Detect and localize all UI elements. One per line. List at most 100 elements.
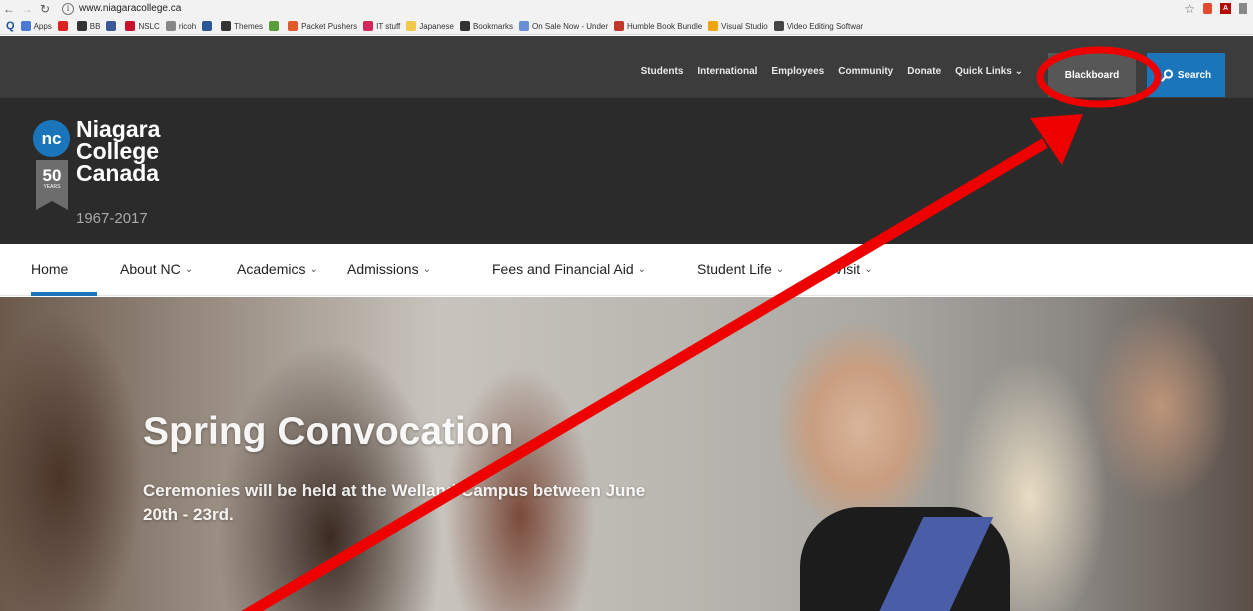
bookmark-item[interactable]: Bookmarks	[459, 21, 513, 31]
logo-line-1: Niagara	[76, 116, 161, 142]
utility-bar: Students International Employees Communi…	[0, 36, 1253, 98]
college-name: Niagara College Canada	[76, 116, 161, 186]
bookmark-item[interactable]: BB	[76, 21, 100, 31]
bookmark-item[interactable]: Themes	[221, 21, 263, 31]
bookmark-star-icon[interactable]: ☆	[1184, 2, 1195, 16]
address-row: ← → ↻ i www.niagaracollege.ca ☆ A	[0, 0, 1253, 17]
bookmark-label: Video Editing Softwar	[786, 21, 864, 31]
hero-title: Spring Convocation	[143, 410, 514, 453]
bookmark-icon	[125, 21, 136, 31]
bookmark-item[interactable]: NSLC	[125, 21, 160, 31]
nav-academics-label: Academics	[237, 261, 306, 277]
menu-icon[interactable]	[1239, 3, 1247, 14]
nc-logo-badge: nc	[33, 120, 70, 157]
bookmark-item[interactable]: Humble Book Bundle	[614, 21, 702, 31]
bookmark-label: On Sale Now - Under	[531, 21, 609, 31]
nav-item-fees[interactable]: Fees and Financial Aid ⌄	[492, 261, 646, 277]
bookmark-label: IT stuff	[376, 21, 401, 31]
logo-band: nc 50 YEARS Niagara College Canada 1967-…	[0, 98, 1253, 244]
chevron-down-icon: ⌄	[309, 263, 318, 275]
forward-icon[interactable]: →	[18, 0, 36, 17]
bookmark-item[interactable]	[106, 21, 119, 31]
anniversary-ribbon: 50 YEARS	[36, 160, 68, 210]
bookmark-icon	[288, 21, 299, 31]
bookmarks-bar: Q Apps BB NSLC ricoh Themes Packet Pushers IT …	[0, 17, 1253, 35]
bookmark-icon	[165, 21, 176, 31]
bookmark-icon	[518, 21, 529, 31]
bookmark-label: ricoh	[178, 21, 197, 31]
bookmark-label: Apps	[33, 21, 52, 31]
bookmark-item[interactable]: Japanese	[406, 21, 454, 31]
link-international[interactable]: International	[697, 66, 757, 77]
nav-item-about[interactable]: About NC ⌄	[120, 261, 193, 277]
nav-item-home[interactable]: Home	[31, 261, 68, 277]
bookmark-item[interactable]: Visual Studio	[708, 21, 768, 31]
years-text: YEARS	[43, 184, 61, 190]
blackboard-button[interactable]: Blackboard	[1048, 53, 1136, 97]
extension-icon[interactable]	[1203, 3, 1212, 14]
bookmark-icon	[269, 21, 280, 31]
bookmark-icon	[363, 21, 374, 31]
hero-subtitle: Ceremonies will be held at the Welland C…	[143, 481, 646, 524]
browser-extensions: ☆ A	[1184, 1, 1247, 16]
nav-item-academics[interactable]: Academics ⌄	[237, 261, 318, 277]
logo-line-3: Canada	[76, 160, 160, 186]
bookmark-label: Bookmarks	[472, 21, 513, 31]
bookmark-label: Japanese	[419, 21, 454, 31]
link-quick-links[interactable]: Quick Links ⌄	[955, 66, 1023, 77]
link-students[interactable]: Students	[641, 66, 684, 77]
bookmark-item[interactable]	[269, 21, 282, 31]
url-text[interactable]: www.niagaracollege.ca	[79, 3, 181, 14]
bookmark-item[interactable]: Packet Pushers	[288, 21, 357, 31]
bookmark-icon	[57, 21, 68, 31]
chevron-down-icon: ⌄	[864, 263, 873, 275]
nav-item-admissions[interactable]: Admissions ⌄	[347, 261, 431, 277]
hero-banner[interactable]: Spring Convocation Ceremonies will be he…	[0, 297, 1253, 611]
reload-icon[interactable]: ↻	[36, 0, 54, 17]
pdf-extension-icon[interactable]: A	[1220, 3, 1231, 14]
bookmark-item[interactable]: On Sale Now - Under	[518, 21, 609, 31]
bookmark-item[interactable]: Apps	[20, 21, 52, 31]
nav-home-label: Home	[31, 261, 69, 277]
bookmark-icon	[76, 21, 87, 31]
search-icon	[1161, 68, 1173, 82]
nav-item-visit[interactable]: Visit ⌄	[834, 261, 873, 277]
chevron-down-icon: ⌄	[1014, 66, 1023, 77]
bookmark-icon	[406, 21, 417, 31]
info-icon[interactable]: i	[62, 2, 74, 15]
chevron-down-icon: ⌄	[422, 263, 431, 275]
bookmark-item[interactable]: ricoh	[165, 21, 197, 31]
bookmark-label: Humble Book Bundle	[627, 21, 703, 31]
bookmark-icon	[221, 21, 232, 31]
link-community[interactable]: Community	[838, 66, 893, 77]
bookmark-item[interactable]: IT stuff	[363, 21, 400, 31]
college-logo[interactable]: nc 50 YEARS Niagara College Canada 1967-…	[33, 118, 193, 230]
bookmark-icon	[459, 21, 470, 31]
bookmark-label: Packet Pushers	[301, 21, 358, 31]
q-bookmark-icon[interactable]: Q	[6, 20, 15, 32]
bookmark-label: Themes	[234, 21, 264, 31]
quick-links-label: Quick Links	[955, 66, 1012, 77]
link-employees[interactable]: Employees	[771, 66, 824, 77]
nav-item-student-life[interactable]: Student Life ⌄	[697, 261, 784, 277]
nav-visit-label: Visit	[834, 261, 861, 277]
back-icon[interactable]: ←	[0, 0, 18, 17]
search-label: Search	[1177, 69, 1212, 81]
address-bar[interactable]: i www.niagaracollege.ca	[62, 1, 1162, 16]
logo-line-2: College	[76, 138, 160, 164]
bookmark-icon	[202, 21, 213, 31]
bookmark-icon	[708, 21, 719, 31]
bookmark-item[interactable]	[57, 21, 71, 31]
utility-links: Students International Employees Communi…	[641, 66, 1023, 77]
bookmark-label: Visual Studio	[721, 21, 768, 31]
link-donate[interactable]: Donate	[907, 66, 941, 77]
search-button[interactable]: Search	[1147, 53, 1225, 97]
browser-chrome: ← → ↻ i www.niagaracollege.ca ☆ A Q Apps…	[0, 0, 1253, 35]
nav-admissions-label: Admissions	[347, 261, 419, 277]
bookmark-icon	[106, 21, 117, 31]
bookmark-item[interactable]	[202, 21, 215, 31]
bookmark-item[interactable]: Video Editing Softwar	[773, 21, 864, 31]
bookmark-label: NSLC	[138, 21, 160, 31]
nav-student-life-label: Student Life	[697, 261, 772, 277]
bookmark-icon	[20, 21, 31, 31]
